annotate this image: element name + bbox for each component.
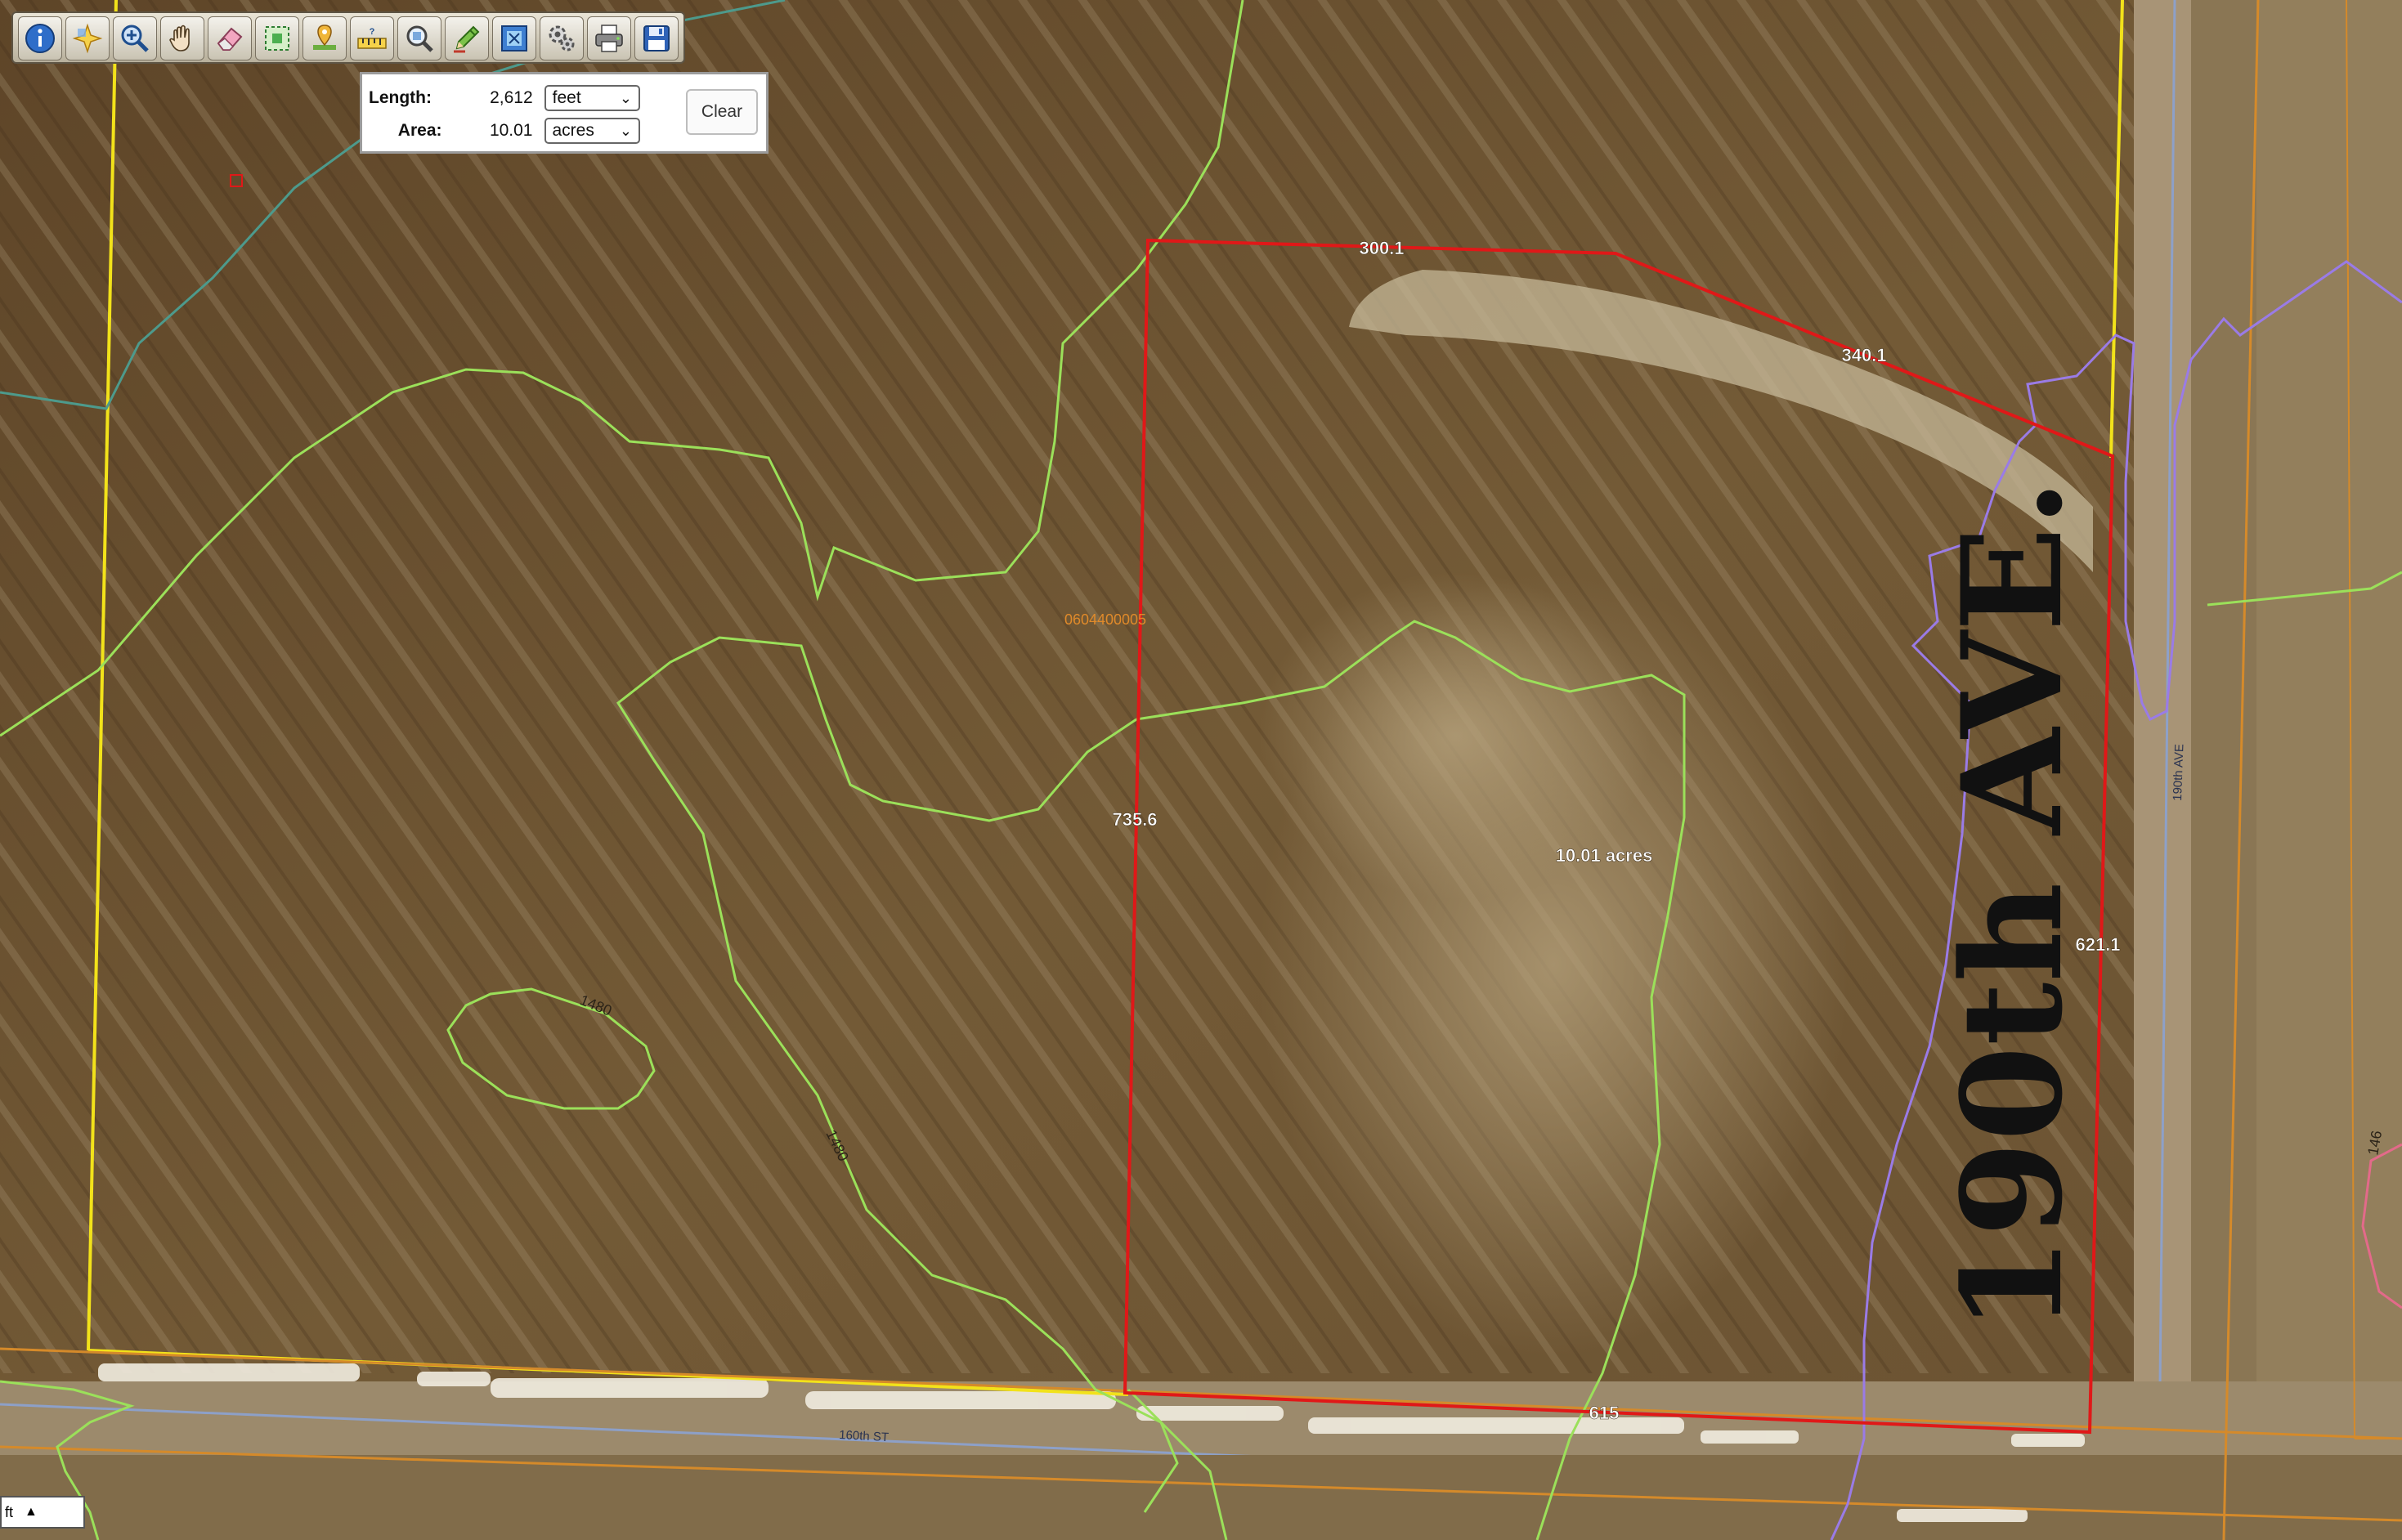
zoom-in-icon [121,25,149,52]
area-unit-select[interactable]: acres ⌄ [544,118,640,144]
parcel-id-label[interactable]: 0604400005 [1064,611,1146,628]
svg-text:?: ? [370,27,375,37]
chevron-down-icon: ⌄ [619,122,632,139]
chevron-down-icon: ⌄ [619,89,632,106]
dim-top-right: 340.1 [1841,345,1886,365]
measure-button[interactable]: ? [350,16,394,60]
pan-hand-icon [169,25,190,51]
scale-control[interactable]: ft ▲ [0,1496,85,1529]
identify-icon [25,24,55,53]
location-button[interactable] [302,16,347,60]
area-row: Area: 10.01 acres ⌄ [362,115,640,146]
dim-bottom: 615 [1589,1403,1620,1423]
draw-pencil-icon [454,25,480,53]
length-unit-value: feet [552,88,581,107]
select-box-button[interactable] [255,16,299,60]
clear-button[interactable]: Clear [686,89,758,135]
full-extent-icon [501,25,527,51]
road-label-190th-ave-small: 190th AVE [2171,744,2186,801]
full-extent-button[interactable] [492,16,536,60]
dim-top: 300.1 [1359,238,1404,258]
crop-rows [0,0,2158,1373]
area-label: 10.01 acres [1556,845,1653,866]
settings-icon [549,25,575,51]
draw-button[interactable] [445,16,489,60]
identify-button[interactable] [18,16,62,60]
length-row: Length: 2,612 feet ⌄ [362,83,640,114]
location-icon [313,25,336,50]
south-field [0,1455,2402,1540]
area-label: Area: [397,121,442,140]
measure-icon: ? [357,27,387,49]
eraser-icon [217,27,243,51]
print-button[interactable] [587,16,631,60]
search-button[interactable] [397,16,441,60]
save-icon [643,25,670,51]
measure-panel: Length: 2,612 feet ⌄ Area: 10.01 acres ⌄… [360,72,769,154]
road-label-190th-ave: 190th AVE. [1931,479,2093,1332]
print-icon [595,25,623,52]
pan-button[interactable] [160,16,204,60]
area-unit-value: acres [552,121,594,140]
length-label: Length: [369,88,432,107]
dim-left: 735.6 [1112,809,1157,830]
length-unit-select[interactable]: feet ⌄ [544,85,640,111]
search-icon [406,25,433,52]
scale-unit: ft [5,1503,14,1520]
eraser-button[interactable] [208,16,252,60]
settings-button[interactable] [540,16,584,60]
select-button[interactable] [65,16,110,60]
map-canvas[interactable]: 300.1 340.1 735.6 621.1 615 10.01 acres … [0,0,2402,1540]
zoom-in-button[interactable] [113,16,157,60]
select-icon [72,23,103,54]
street-label-160th-st: 160th ST [839,1428,890,1444]
map-toolbar: ? [11,11,685,64]
length-value: 2,612 [490,88,533,107]
triangle-up-icon: ▲ [25,1505,38,1519]
select-box-icon [265,26,289,51]
east-field-tone [2256,0,2402,1439]
area-value: 10.01 [489,121,533,140]
save-button[interactable] [634,16,679,60]
